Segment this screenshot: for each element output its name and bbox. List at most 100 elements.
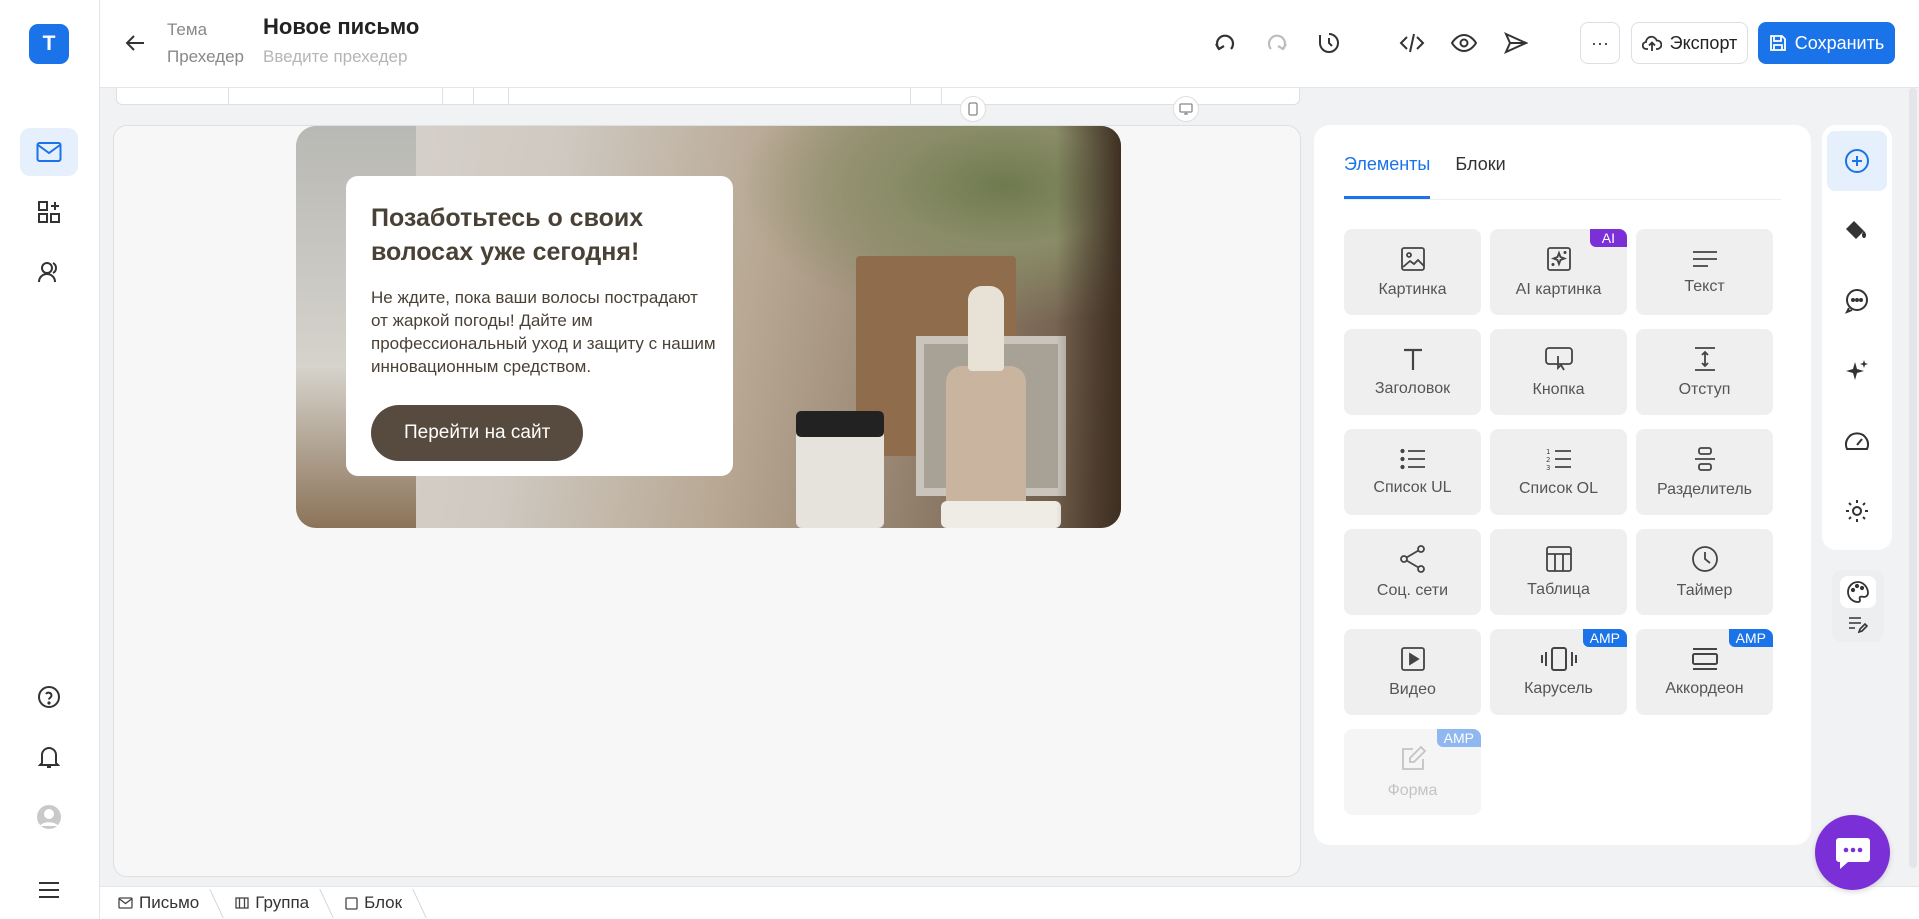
monitor-icon bbox=[1179, 103, 1193, 115]
breadcrumb-label: Группа bbox=[255, 893, 310, 912]
breadcrumb: Письмо Группа Блок bbox=[100, 886, 1919, 919]
ai-tool[interactable] bbox=[1827, 341, 1887, 401]
mail-icon bbox=[36, 142, 62, 162]
element-accordion[interactable]: AMP Аккордеон bbox=[1636, 629, 1773, 715]
element-timer[interactable]: Таймер bbox=[1636, 529, 1773, 615]
preheader-label: Прехедер bbox=[167, 47, 244, 66]
mail-icon bbox=[118, 897, 133, 909]
plus-circle-icon bbox=[1845, 149, 1869, 173]
element-heading[interactable]: Заголовок bbox=[1344, 329, 1481, 415]
breadcrumb-block[interactable]: Блок bbox=[333, 887, 426, 919]
performance-tool[interactable] bbox=[1827, 411, 1887, 471]
text-style-tool[interactable] bbox=[1846, 614, 1870, 636]
heading-icon bbox=[1403, 348, 1422, 370]
promo-cta-button[interactable]: Перейти на сайт bbox=[371, 405, 584, 461]
redo-button[interactable] bbox=[1260, 26, 1294, 60]
element-carousel[interactable]: AMP Карусель bbox=[1490, 629, 1627, 715]
spacer-icon bbox=[1694, 346, 1715, 371]
amp-badge: AMP bbox=[1582, 629, 1627, 647]
paint-bucket-icon bbox=[1846, 221, 1866, 239]
palette-icon bbox=[1847, 581, 1869, 603]
breadcrumb-group[interactable]: Группа bbox=[223, 887, 333, 919]
preview-button[interactable] bbox=[1447, 26, 1481, 60]
export-button[interactable]: Экспорт bbox=[1631, 22, 1748, 64]
tab-blocks[interactable]: Блоки bbox=[1455, 125, 1505, 199]
rail-item-emails[interactable] bbox=[20, 128, 78, 176]
page-scrollbar[interactable] bbox=[1909, 88, 1917, 868]
support-chat-button[interactable] bbox=[1815, 815, 1890, 890]
email-canvas[interactable]: Позаботьтесь о своих волосах уже сегодня… bbox=[113, 125, 1301, 877]
svg-text:3: 3 bbox=[1546, 464, 1550, 471]
gear-icon bbox=[1846, 500, 1868, 522]
form-icon bbox=[1401, 745, 1426, 770]
subject-field[interactable]: Новое письмо bbox=[263, 14, 419, 40]
avatar[interactable] bbox=[20, 793, 78, 841]
top-header: Тема Прехедер Новое письмо Введите прехе… bbox=[100, 0, 1919, 88]
element-text[interactable]: Текст bbox=[1636, 229, 1773, 315]
save-button[interactable]: Сохранить bbox=[1758, 22, 1895, 64]
notifications-button[interactable] bbox=[20, 733, 78, 781]
help-button[interactable] bbox=[20, 673, 78, 721]
ai-badge: AI bbox=[1589, 229, 1627, 247]
history-icon bbox=[1319, 33, 1339, 53]
breadcrumb-email[interactable]: Письмо bbox=[118, 887, 223, 919]
secondary-tool-strip bbox=[1832, 570, 1884, 642]
redo-icon bbox=[1267, 34, 1287, 51]
gauge-icon bbox=[1845, 432, 1869, 450]
elements-panel: Элементы Блоки Картинка AI AI картинка Т… bbox=[1314, 125, 1811, 845]
promo-heading[interactable]: Позаботьтесь о своих волосах уже сегодня… bbox=[371, 201, 691, 269]
element-divider[interactable]: Разделитель bbox=[1636, 429, 1773, 515]
add-element-tool[interactable] bbox=[1827, 131, 1887, 191]
element-ai-image[interactable]: AI AI картинка bbox=[1490, 229, 1627, 315]
tab-elements[interactable]: Элементы bbox=[1344, 125, 1431, 199]
panel-tabs: Элементы Блоки bbox=[1344, 125, 1506, 199]
menu-button[interactable] bbox=[20, 866, 78, 914]
ai-image-icon bbox=[1546, 246, 1571, 271]
amp-badge: AMP bbox=[1436, 729, 1481, 747]
video-icon bbox=[1400, 646, 1425, 671]
list-ol-icon: 123 bbox=[1546, 448, 1571, 471]
promo-text[interactable]: Не ждите, пока ваши волосы пострадают от… bbox=[371, 286, 716, 378]
element-label: Карусель bbox=[1524, 679, 1593, 697]
accordion-icon bbox=[1691, 647, 1718, 670]
palette-tool[interactable] bbox=[1840, 576, 1876, 608]
element-label: Таймер bbox=[1676, 581, 1733, 599]
element-spacer[interactable]: Отступ bbox=[1636, 329, 1773, 415]
group-icon bbox=[235, 897, 249, 909]
settings-tool[interactable] bbox=[1827, 481, 1887, 541]
element-social[interactable]: Соц. сети bbox=[1344, 529, 1481, 615]
element-table[interactable]: Таблица bbox=[1490, 529, 1627, 615]
comments-tool[interactable] bbox=[1827, 271, 1887, 331]
code-button[interactable] bbox=[1395, 26, 1429, 60]
cloud-upload-icon bbox=[1641, 35, 1662, 51]
hero-banner[interactable]: Позаботьтесь о своих волосах уже сегодня… bbox=[296, 126, 1121, 528]
save-icon bbox=[1769, 35, 1786, 51]
help-icon bbox=[38, 686, 60, 708]
more-button[interactable]: ··· bbox=[1580, 22, 1620, 64]
workspace-logo[interactable]: T bbox=[29, 24, 69, 64]
element-label: Видео bbox=[1389, 680, 1436, 698]
styles-tool[interactable] bbox=[1827, 201, 1887, 261]
history-button[interactable] bbox=[1312, 26, 1346, 60]
element-list-ol[interactable]: 123 Список OL bbox=[1490, 429, 1627, 515]
element-video[interactable]: Видео bbox=[1344, 629, 1481, 715]
rail-item-contacts[interactable] bbox=[20, 248, 78, 296]
element-button[interactable]: Кнопка bbox=[1490, 329, 1627, 415]
breadcrumb-label: Блок bbox=[364, 893, 403, 912]
mobile-width-marker[interactable] bbox=[960, 96, 986, 122]
preheader-field[interactable]: Введите прехедер bbox=[263, 47, 407, 67]
element-image[interactable]: Картинка bbox=[1344, 229, 1481, 315]
elements-grid: Картинка AI AI картинка Текст Заголовок … bbox=[1344, 229, 1774, 815]
back-button[interactable] bbox=[120, 28, 150, 58]
rail-item-blocks[interactable] bbox=[20, 188, 78, 236]
image-icon bbox=[1400, 246, 1425, 271]
element-list-ul[interactable]: Список UL bbox=[1344, 429, 1481, 515]
left-rail: T bbox=[0, 0, 100, 919]
text-edit-icon bbox=[1849, 617, 1868, 634]
send-button[interactable] bbox=[1499, 26, 1533, 60]
blocks-icon bbox=[38, 201, 60, 223]
undo-button[interactable] bbox=[1208, 26, 1242, 60]
element-label: Текст bbox=[1684, 277, 1725, 295]
element-label: Разделитель bbox=[1656, 480, 1752, 498]
desktop-width-marker[interactable] bbox=[1173, 96, 1199, 122]
